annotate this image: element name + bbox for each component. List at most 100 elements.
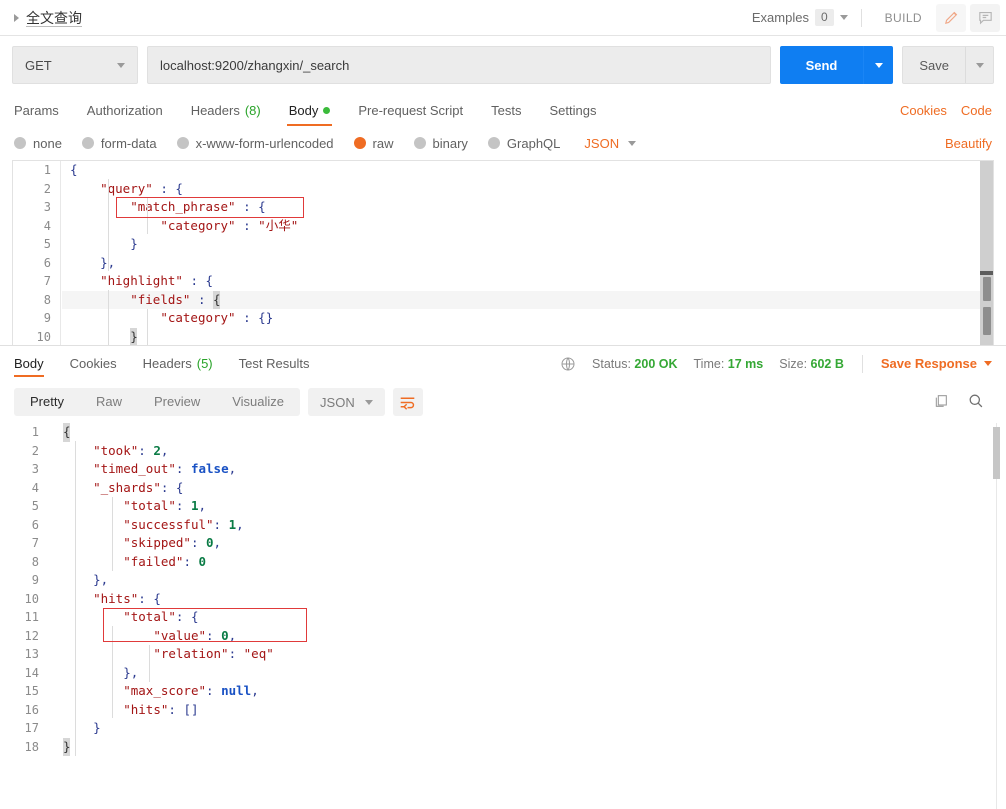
- tab-headers[interactable]: Headers (8): [177, 94, 275, 126]
- view-preview[interactable]: Preview: [138, 388, 216, 416]
- code-line: "_shards": {: [93, 479, 184, 495]
- build-button[interactable]: BUILD: [875, 11, 932, 25]
- copy-icon: [935, 394, 947, 407]
- cookies-link[interactable]: Cookies: [900, 103, 947, 118]
- title-bar: 全文查询 Examples 0 BUILD: [0, 0, 1006, 36]
- body-type-urlencoded[interactable]: x-www-form-urlencoded: [176, 136, 334, 151]
- request-editor-scrollbar[interactable]: [980, 161, 993, 345]
- line-number: 8: [43, 292, 51, 307]
- radio-label: raw: [372, 135, 394, 151]
- radio-label: form-data: [100, 135, 157, 151]
- response-scrollbar-track[interactable]: [996, 423, 997, 809]
- url-bar: GET localhost:9200/zhangxin/_search Send…: [0, 36, 1006, 94]
- divider: [860, 8, 862, 27]
- view-visualize[interactable]: Visualize: [216, 388, 300, 416]
- body-type-binary[interactable]: binary: [413, 136, 468, 151]
- chevron-down-icon[interactable]: [364, 399, 373, 405]
- copy-button[interactable]: [933, 393, 949, 412]
- line-number: 13: [24, 647, 39, 661]
- send-button[interactable]: Send: [779, 46, 864, 84]
- tab-tests[interactable]: Tests: [477, 94, 535, 126]
- response-body-viewer[interactable]: 1 2 3 4 5 6 7 8 9 10 11 12 13 14 15 16 1…: [0, 423, 1006, 809]
- line-number: 10: [24, 591, 39, 606]
- response-tab-body[interactable]: Body: [14, 346, 57, 381]
- line-number: 6: [43, 255, 51, 270]
- body-present-dot-icon: [323, 106, 331, 114]
- tab-authorization[interactable]: Authorization: [73, 94, 177, 126]
- save-options-button[interactable]: [965, 47, 993, 83]
- code-line: },: [93, 572, 109, 587]
- radio-icon: [487, 137, 500, 149]
- tab-body[interactable]: Body: [275, 94, 345, 126]
- code-line: "query" : {: [100, 180, 183, 196]
- scrollbar-thumb-secondary[interactable]: [983, 307, 991, 335]
- view-pretty[interactable]: Pretty: [14, 388, 80, 416]
- examples-count: 0: [814, 9, 834, 26]
- save-button[interactable]: Save: [903, 47, 965, 83]
- chevron-down-icon[interactable]: [628, 140, 637, 146]
- radio-icon: [81, 137, 94, 149]
- tab-label: Cookies: [69, 356, 117, 371]
- line-number: 9: [43, 311, 51, 325]
- response-code: 1 2 3 4 5 6 7 8 9 10 11 12 13 14 15 16 1…: [0, 423, 1006, 809]
- request-code-lines[interactable]: { "query" : { "match_phrase" : { "catego…: [62, 161, 993, 345]
- tab-label: Settings: [549, 102, 597, 118]
- response-tab-headers[interactable]: Headers (5): [130, 346, 226, 381]
- breadcrumb[interactable]: 全文查询: [14, 8, 82, 28]
- chevron-down-icon[interactable]: [117, 62, 125, 68]
- code-line: "timed_out": false,: [93, 461, 237, 476]
- body-type-graphql[interactable]: GraphQL: [487, 136, 560, 151]
- code-line: "total": {: [123, 609, 199, 624]
- radio-icon-selected: [353, 137, 366, 149]
- save-response-button[interactable]: Save Response: [881, 356, 992, 371]
- beautify-button[interactable]: Beautify: [945, 136, 992, 151]
- expand-caret-icon[interactable]: [14, 13, 19, 22]
- body-type-none[interactable]: none: [14, 136, 62, 151]
- tab-params[interactable]: Params: [14, 94, 73, 126]
- tab-label: Body: [288, 102, 319, 118]
- status-value: 200 OK: [634, 356, 678, 371]
- examples-dropdown[interactable]: Examples 0: [752, 9, 848, 26]
- code-link[interactable]: Code: [961, 103, 992, 118]
- line-number: 2: [43, 181, 51, 196]
- chevron-down-icon[interactable]: [984, 361, 992, 366]
- response-tab-cookies[interactable]: Cookies: [57, 346, 130, 381]
- scrollbar-thumb[interactable]: [983, 277, 991, 301]
- line-number: 7: [31, 536, 39, 550]
- time-value: 17 ms: [727, 356, 764, 371]
- tab-settings[interactable]: Settings: [535, 94, 610, 126]
- body-type-raw[interactable]: raw: [353, 135, 394, 151]
- code-line: "hits": []: [123, 701, 199, 717]
- view-raw[interactable]: Raw: [80, 388, 138, 416]
- method-select[interactable]: GET: [12, 46, 138, 84]
- url-input[interactable]: localhost:9200/zhangxin/_search: [147, 46, 771, 84]
- tab-label: Tests: [491, 102, 522, 118]
- tab-pre-request-script[interactable]: Pre-request Script: [344, 94, 477, 126]
- request-code[interactable]: 1 2 3 4 5 6 7 8 9 10 { "query" : { "matc…: [13, 161, 993, 345]
- code-line: "took": 2,: [93, 442, 169, 458]
- tab-label: Params: [14, 102, 59, 118]
- line-number: 15: [24, 684, 39, 698]
- request-line-numbers: 1 2 3 4 5 6 7 8 9 10: [13, 161, 61, 345]
- scrollbar-cap: [980, 271, 993, 275]
- radio-label: none: [33, 135, 62, 151]
- code-line: "failed": 0: [123, 553, 207, 569]
- comments-button[interactable]: [970, 3, 1000, 32]
- tab-label: Test Results: [238, 356, 310, 371]
- line-number: 7: [43, 274, 51, 288]
- request-body-editor[interactable]: 1 2 3 4 5 6 7 8 9 10 { "query" : { "matc…: [12, 160, 994, 345]
- search-button[interactable]: [967, 392, 984, 412]
- send-options-button[interactable]: [863, 46, 894, 84]
- body-type-form-data[interactable]: form-data: [81, 135, 157, 151]
- code-line: {: [55, 423, 1006, 442]
- chevron-down-icon[interactable]: [839, 15, 848, 20]
- response-scrollbar-thumb[interactable]: [993, 427, 1000, 479]
- line-number: 14: [24, 665, 39, 680]
- response-tab-test-results[interactable]: Test Results: [226, 346, 323, 381]
- edit-button[interactable]: [936, 3, 966, 32]
- word-wrap-button[interactable]: [392, 388, 423, 416]
- indent-guide: [108, 179, 109, 271]
- body-format-select[interactable]: JSON: [584, 136, 637, 151]
- response-format-select[interactable]: JSON: [308, 388, 385, 416]
- code-line: }: [93, 720, 101, 735]
